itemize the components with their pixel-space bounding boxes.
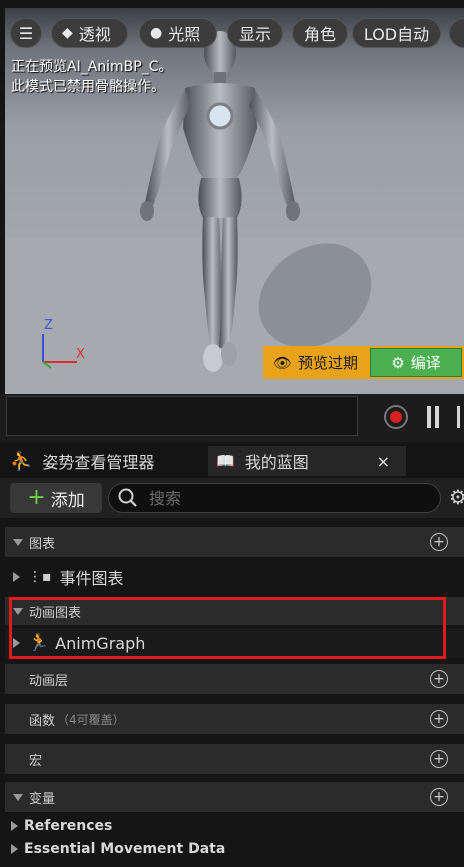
preview-info-line2: 此模式已禁用骨骼操作。	[11, 79, 165, 95]
record-icon	[390, 411, 402, 423]
expand-icon	[13, 538, 23, 546]
cube-icon: ◆	[62, 25, 73, 41]
search-icon	[118, 488, 137, 507]
search-box[interactable]	[108, 483, 441, 513]
tab-pose-watch-manager[interactable]: ⛹ 姿势查看管理器	[10, 446, 154, 476]
gear-icon: ⚙	[391, 353, 405, 372]
plus-icon: +	[27, 485, 46, 510]
tab-pose-watch-label: 姿势查看管理器	[42, 453, 155, 472]
essential-movement-label: Essential Movement Data	[24, 841, 226, 857]
character-button[interactable]: 角色	[292, 18, 348, 48]
record-button[interactable]	[384, 405, 408, 429]
axis-x-label: X	[76, 347, 85, 362]
expand-icon	[13, 793, 23, 801]
eye-icon: 👁	[272, 353, 293, 372]
add-button[interactable]: + 添加	[10, 483, 102, 513]
section-variables-label: 变量	[29, 791, 56, 807]
compile-label: 编译	[410, 354, 441, 372]
compile-button-frame: ⚙ 编译	[368, 346, 464, 379]
hamburger-icon: ☰	[18, 23, 34, 43]
preview-info-line1: 正在预览AI_AnimBP_C。	[11, 59, 173, 75]
axis-z-label: Z	[44, 318, 53, 333]
section-graphs-label: 图表	[29, 536, 56, 552]
lighting-label: 光照	[168, 25, 201, 44]
collapse-icon	[11, 821, 18, 831]
functions-count: （4可覆盖）	[57, 712, 125, 727]
lod-button[interactable]: LOD自动	[352, 18, 441, 48]
more-toolbar-button[interactable]	[449, 18, 464, 48]
viewport[interactable]: ☰ ◆ 透视 ● 光照 显示 角色 LOD自动 正在预览AI_AnimBP_C。…	[5, 8, 464, 394]
book-icon: 📖	[216, 452, 235, 470]
show-button[interactable]: 显示	[227, 18, 283, 48]
pause-icon-bar-left[interactable]	[427, 406, 431, 428]
collapse-icon	[13, 572, 20, 582]
preview-expired-label: 预览过期	[298, 354, 359, 372]
event-graph-label: 事件图表	[59, 569, 124, 588]
sphere-icon: ●	[150, 25, 163, 41]
section-anim-layers-label: 动画层	[29, 673, 69, 689]
panel-tabs: ⛹ 姿势查看管理器 📖 我的蓝图 ×	[0, 446, 464, 478]
collapse-icon	[11, 844, 18, 854]
pause-icon-bar-right[interactable]	[435, 406, 439, 428]
add-graph-icon[interactable]: +	[430, 533, 448, 551]
highlight-box	[9, 597, 446, 659]
tab-my-blueprint-label: 我的蓝图	[244, 453, 309, 472]
list-item-references[interactable]: References	[5, 816, 464, 836]
pose-figure-icon: ⛹	[10, 450, 33, 472]
list-item-essential-movement-data[interactable]: Essential Movement Data	[5, 839, 464, 859]
section-functions-label: 函数	[29, 713, 56, 729]
references-label: References	[24, 818, 113, 834]
event-graph-icon: ⋮▪	[28, 569, 52, 585]
preview-expired-button[interactable]: 👁 预览过期	[263, 346, 368, 379]
perspective-button[interactable]: ◆ 透视	[51, 18, 128, 48]
search-input[interactable]	[147, 487, 431, 509]
compile-button[interactable]: ⚙ 编译	[370, 348, 462, 377]
section-macros-header[interactable]: 宏 +	[5, 744, 464, 774]
viewport-options-button[interactable]: ☰	[10, 18, 42, 48]
add-variable-icon[interactable]: +	[430, 788, 448, 806]
next-frame-icon[interactable]	[457, 406, 460, 428]
section-variables-header[interactable]: 变量 +	[5, 782, 464, 812]
add-label: 添加	[50, 490, 85, 511]
section-graphs-header[interactable]: 图表 +	[5, 527, 464, 557]
section-anim-layers-header[interactable]: 动画层 +	[5, 664, 464, 694]
close-tab-icon[interactable]: ×	[377, 452, 390, 471]
perspective-label: 透视	[78, 25, 111, 44]
section-macros-label: 宏	[29, 753, 43, 769]
add-macro-icon[interactable]: +	[430, 750, 448, 768]
list-item-event-graph[interactable]: ⋮▪ 事件图表	[5, 562, 464, 592]
section-functions-header[interactable]: 函数 （4可覆盖） +	[5, 704, 464, 734]
character-label: 角色	[303, 25, 336, 44]
add-function-icon[interactable]: +	[430, 710, 448, 728]
settings-gear-icon[interactable]: ⚙	[449, 485, 464, 509]
lod-label: LOD自动	[363, 25, 430, 44]
show-label: 显示	[238, 25, 271, 44]
add-anim-layer-icon[interactable]: +	[430, 670, 448, 688]
timeline-field[interactable]	[6, 396, 358, 436]
lighting-button[interactable]: ● 光照	[139, 18, 217, 48]
tab-my-blueprint[interactable]: 📖 我的蓝图 ×	[208, 446, 406, 476]
